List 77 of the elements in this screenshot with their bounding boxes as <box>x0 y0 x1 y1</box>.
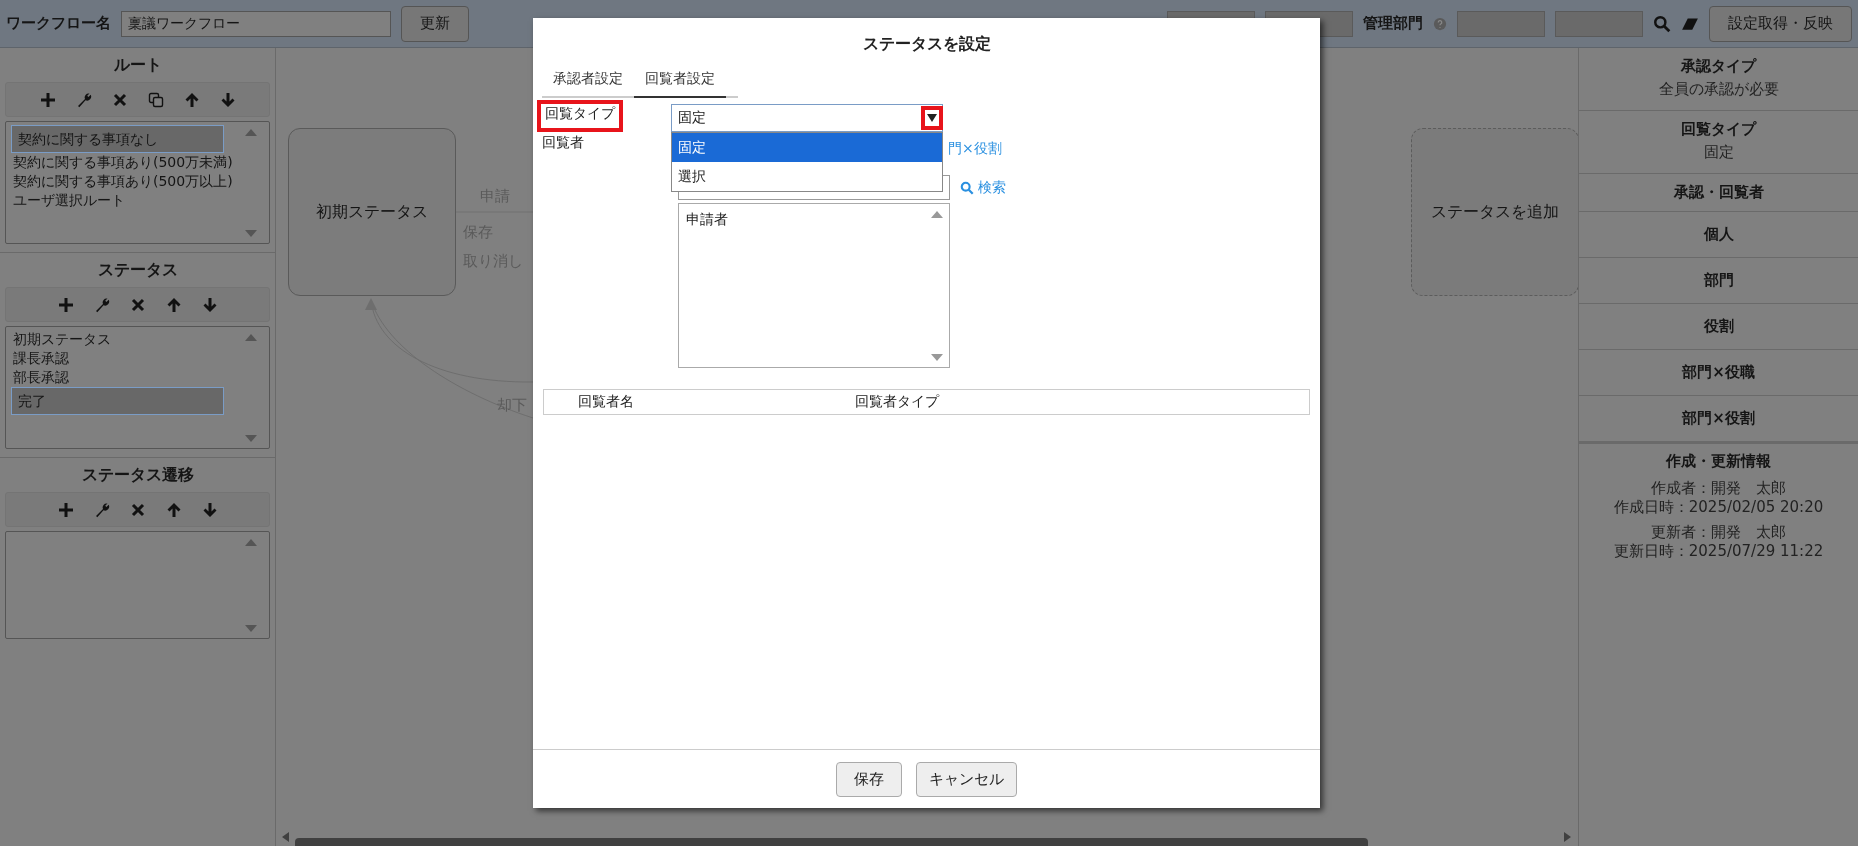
delete-icon <box>129 296 146 313</box>
department-field[interactable] <box>1555 10 1643 37</box>
workflow-name-label: ワークフロー名 <box>6 14 111 33</box>
panel-heading: ルート <box>112 54 163 76</box>
scroll-down-icon <box>245 227 257 239</box>
section-title: 承認・回覧者 <box>1672 182 1765 202</box>
section-title: 部門×役割 <box>1681 408 1756 428</box>
arrow-down-icon <box>219 91 236 108</box>
plus-icon <box>57 501 74 518</box>
list-item[interactable]: 完了 <box>11 387 224 415</box>
department-label: 管理部門 <box>1363 14 1423 33</box>
help-icon <box>1433 16 1447 31</box>
info-line: 更新日時：2025/07/29 11:22 <box>1613 542 1824 560</box>
department-field[interactable] <box>1457 10 1545 37</box>
apply-settings-button[interactable]: 設定取得・反映 <box>1709 5 1852 42</box>
info-line: 作成日時：2025/02/05 20:20 <box>1613 498 1824 516</box>
field-label: 回覧タイプ <box>537 100 623 132</box>
save-button[interactable]: 保存 <box>836 761 902 797</box>
arrow-up-icon <box>165 501 182 518</box>
search-icon <box>1653 14 1671 33</box>
list-item[interactable]: 契約に関する事項あり(500万以上) <box>11 172 233 191</box>
section-title: 作成・更新情報 <box>1665 452 1772 471</box>
scroll-down-icon <box>245 432 257 444</box>
section-value: 固定 <box>1702 142 1735 163</box>
list-item[interactable]: 課長承認 <box>11 349 226 368</box>
panel-heading: ステータス <box>96 259 179 281</box>
list-item[interactable]: 契約に関する事項あり(500万未満) <box>11 153 233 172</box>
panel-heading: ステータス遷移 <box>80 464 195 486</box>
section-title: 個人 <box>1702 224 1735 244</box>
arrow-up-icon <box>165 296 182 313</box>
arrow-down-icon <box>201 296 218 313</box>
scroll-down-icon <box>931 351 943 363</box>
scroll-left-icon <box>280 831 290 843</box>
section-title: 部門 <box>1702 270 1735 290</box>
type-select[interactable]: 固定 <box>671 104 943 132</box>
plus-icon <box>39 91 56 108</box>
delete-icon <box>111 91 128 108</box>
plus-icon <box>57 296 74 313</box>
scrollbar-thumb[interactable] <box>295 838 1368 846</box>
delete-icon <box>129 501 146 518</box>
list-item[interactable]: 部長承認 <box>11 368 226 387</box>
section-title: 部門×役職 <box>1681 362 1756 382</box>
list-box[interactable]: 契約に関する事項なし 契約に関する事項あり(500万未満) 契約に関する事項あり(500万以上) ユーザ選択ルート <box>5 121 270 244</box>
viewer-type-link[interactable]: 門×役割 <box>948 140 1002 158</box>
arrow-up-icon <box>183 91 200 108</box>
tab[interactable]: 回覧者設定 <box>634 62 726 98</box>
copy-icon <box>147 91 164 108</box>
info-line: 更新者：開発 太郎 <box>1651 523 1786 541</box>
scroll-right-icon <box>1563 831 1573 843</box>
dialog-title: ステータスを設定 <box>862 34 991 54</box>
add-status-node[interactable]: ステータスを追加 <box>1411 128 1578 296</box>
search-icon <box>960 180 974 195</box>
viewer-list-box[interactable]: 申請者 <box>678 203 950 368</box>
column-header: 回覧者タイプ <box>855 393 939 411</box>
column-header: 回覧者名 <box>578 393 635 411</box>
info-line: 作成者：開発 太郎 <box>1651 479 1786 497</box>
section-title: 承認タイプ <box>1680 56 1758 76</box>
workflow-name-field[interactable]: 稟議ワークフロー <box>121 10 391 37</box>
list-item[interactable]: ユーザ選択ルート <box>11 191 226 210</box>
list-box[interactable] <box>5 531 270 639</box>
search-link[interactable]: 検索 <box>960 178 1006 197</box>
list-item[interactable]: 初期ステータス <box>11 330 226 349</box>
scroll-down-icon <box>245 622 257 634</box>
section-title: 回覧タイプ <box>1680 119 1758 139</box>
update-button[interactable]: 更新 <box>401 5 469 42</box>
section-title: 役割 <box>1702 316 1735 336</box>
section-value: 全員の承認が必要 <box>1657 79 1780 100</box>
dropdown-option[interactable]: 選択 <box>672 162 942 191</box>
status-node[interactable]: 初期ステータス <box>288 128 456 296</box>
field-label: 回覧者 <box>542 134 585 152</box>
arrow-down-icon <box>201 501 218 518</box>
tab[interactable]: 承認者設定 <box>542 62 634 98</box>
list-item[interactable]: 契約に関する事項なし <box>11 125 224 153</box>
list-item[interactable]: 申請者 <box>686 210 746 228</box>
cancel-button[interactable]: キャンセル <box>916 761 1017 797</box>
dropdown-option[interactable]: 固定 <box>672 133 942 162</box>
list-box[interactable]: 初期ステータス 課長承認 部長承認 完了 <box>5 326 270 449</box>
